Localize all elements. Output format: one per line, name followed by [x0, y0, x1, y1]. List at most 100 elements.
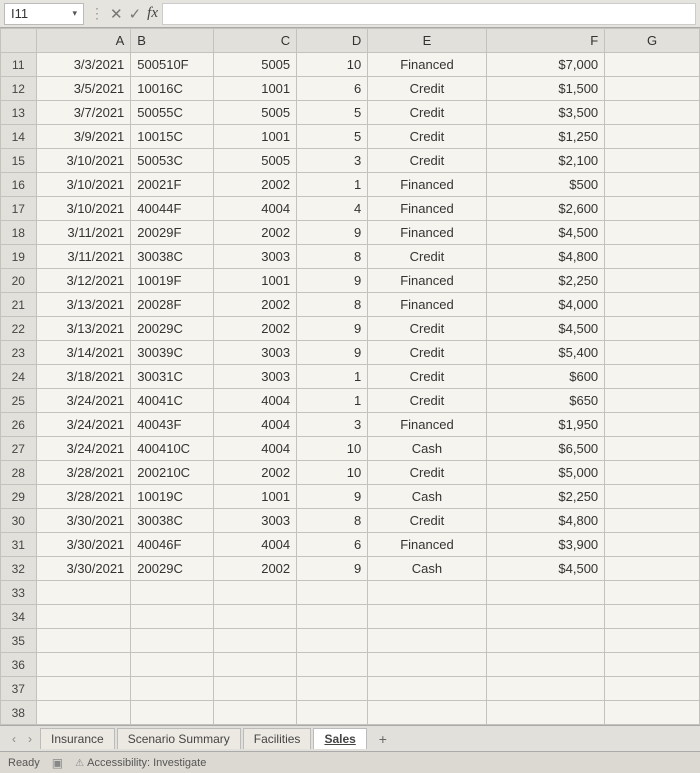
cell[interactable]: 40044F	[131, 197, 214, 221]
cell[interactable]	[605, 77, 700, 101]
cell[interactable]	[605, 653, 700, 677]
cell[interactable]: 3/3/2021	[36, 53, 131, 77]
cell[interactable]: 5005	[214, 101, 297, 125]
cell[interactable]	[605, 389, 700, 413]
cell[interactable]: 5	[297, 101, 368, 125]
cell[interactable]: Financed	[368, 221, 486, 245]
cell[interactable]: 40041C	[131, 389, 214, 413]
cell[interactable]: $4,500	[486, 317, 604, 341]
cell[interactable]: 1001	[214, 485, 297, 509]
cell[interactable]: $4,800	[486, 245, 604, 269]
cell[interactable]: 3/14/2021	[36, 341, 131, 365]
cell[interactable]	[131, 653, 214, 677]
cell[interactable]	[297, 653, 368, 677]
row-header[interactable]: 13	[1, 101, 37, 125]
cell[interactable]: 1001	[214, 125, 297, 149]
accessibility-status[interactable]: Accessibility: Investigate	[75, 757, 206, 769]
cell[interactable]: $3,900	[486, 533, 604, 557]
cell[interactable]: Credit	[368, 365, 486, 389]
cell[interactable]	[368, 677, 486, 701]
cell[interactable]	[36, 653, 131, 677]
cell[interactable]: 50055C	[131, 101, 214, 125]
cell[interactable]: 9	[297, 341, 368, 365]
cell[interactable]: $500	[486, 173, 604, 197]
cell[interactable]: 3/30/2021	[36, 557, 131, 581]
cell[interactable]	[605, 293, 700, 317]
row-header[interactable]: 12	[1, 77, 37, 101]
cell[interactable]: 30038C	[131, 245, 214, 269]
cell[interactable]	[605, 485, 700, 509]
cell[interactable]: 3/9/2021	[36, 125, 131, 149]
cell[interactable]	[605, 605, 700, 629]
cell[interactable]: 20029C	[131, 557, 214, 581]
row-header[interactable]: 23	[1, 341, 37, 365]
cell[interactable]	[297, 581, 368, 605]
cell[interactable]: Credit	[368, 77, 486, 101]
sheet-tab[interactable]: Facilities	[243, 728, 312, 749]
cell[interactable]: Credit	[368, 509, 486, 533]
cell[interactable]: 10016C	[131, 77, 214, 101]
cell[interactable]: 10	[297, 461, 368, 485]
cell[interactable]	[486, 629, 604, 653]
cell[interactable]: 3	[297, 149, 368, 173]
cell[interactable]: 30031C	[131, 365, 214, 389]
cell[interactable]	[214, 653, 297, 677]
col-header-C[interactable]: C	[214, 29, 297, 53]
cell[interactable]: 9	[297, 269, 368, 293]
cell[interactable]: $4,500	[486, 557, 604, 581]
cell[interactable]: Financed	[368, 269, 486, 293]
cell[interactable]	[297, 629, 368, 653]
cell[interactable]: 3003	[214, 245, 297, 269]
cell[interactable]: 1	[297, 173, 368, 197]
cell[interactable]: Cash	[368, 557, 486, 581]
row-header[interactable]: 25	[1, 389, 37, 413]
cell[interactable]	[605, 581, 700, 605]
cell[interactable]: Financed	[368, 293, 486, 317]
cell[interactable]	[214, 677, 297, 701]
cell[interactable]: 4004	[214, 389, 297, 413]
cell[interactable]	[368, 605, 486, 629]
row-header[interactable]: 16	[1, 173, 37, 197]
cell[interactable]	[486, 677, 604, 701]
cell[interactable]	[214, 605, 297, 629]
cell[interactable]	[605, 269, 700, 293]
cell[interactable]	[605, 701, 700, 725]
cell[interactable]	[131, 701, 214, 725]
col-header-F[interactable]: F	[486, 29, 604, 53]
row-header[interactable]: 33	[1, 581, 37, 605]
cell[interactable]: 3/10/2021	[36, 173, 131, 197]
cell[interactable]	[605, 341, 700, 365]
row-header[interactable]: 35	[1, 629, 37, 653]
cell[interactable]	[297, 701, 368, 725]
cell[interactable]	[605, 197, 700, 221]
cell[interactable]: 3/5/2021	[36, 77, 131, 101]
row-header[interactable]: 38	[1, 701, 37, 725]
cell[interactable]: $6,500	[486, 437, 604, 461]
cell[interactable]: 2002	[214, 317, 297, 341]
cell[interactable]	[297, 605, 368, 629]
cell[interactable]	[605, 461, 700, 485]
col-header-B[interactable]: B	[131, 29, 214, 53]
cell[interactable]: Credit	[368, 341, 486, 365]
cell[interactable]: 30039C	[131, 341, 214, 365]
tab-nav-next[interactable]: ›	[24, 732, 36, 746]
cell[interactable]: 3/10/2021	[36, 149, 131, 173]
record-macro-icon[interactable]: ▣	[52, 756, 63, 770]
sheet-tab[interactable]: Scenario Summary	[117, 728, 241, 749]
cell[interactable]: 1	[297, 389, 368, 413]
row-header[interactable]: 21	[1, 293, 37, 317]
cell[interactable]: 3003	[214, 341, 297, 365]
row-header[interactable]: 19	[1, 245, 37, 269]
cell[interactable]: 5	[297, 125, 368, 149]
cell[interactable]: Financed	[368, 533, 486, 557]
cell[interactable]: 3/11/2021	[36, 221, 131, 245]
cell[interactable]: Credit	[368, 101, 486, 125]
cell[interactable]	[36, 629, 131, 653]
cell[interactable]: 9	[297, 557, 368, 581]
cell[interactable]: Cash	[368, 485, 486, 509]
cell[interactable]: Financed	[368, 53, 486, 77]
row-header[interactable]: 24	[1, 365, 37, 389]
cell[interactable]: 500510F	[131, 53, 214, 77]
sheet-tab[interactable]: Sales	[313, 728, 366, 749]
cell[interactable]: Financed	[368, 197, 486, 221]
